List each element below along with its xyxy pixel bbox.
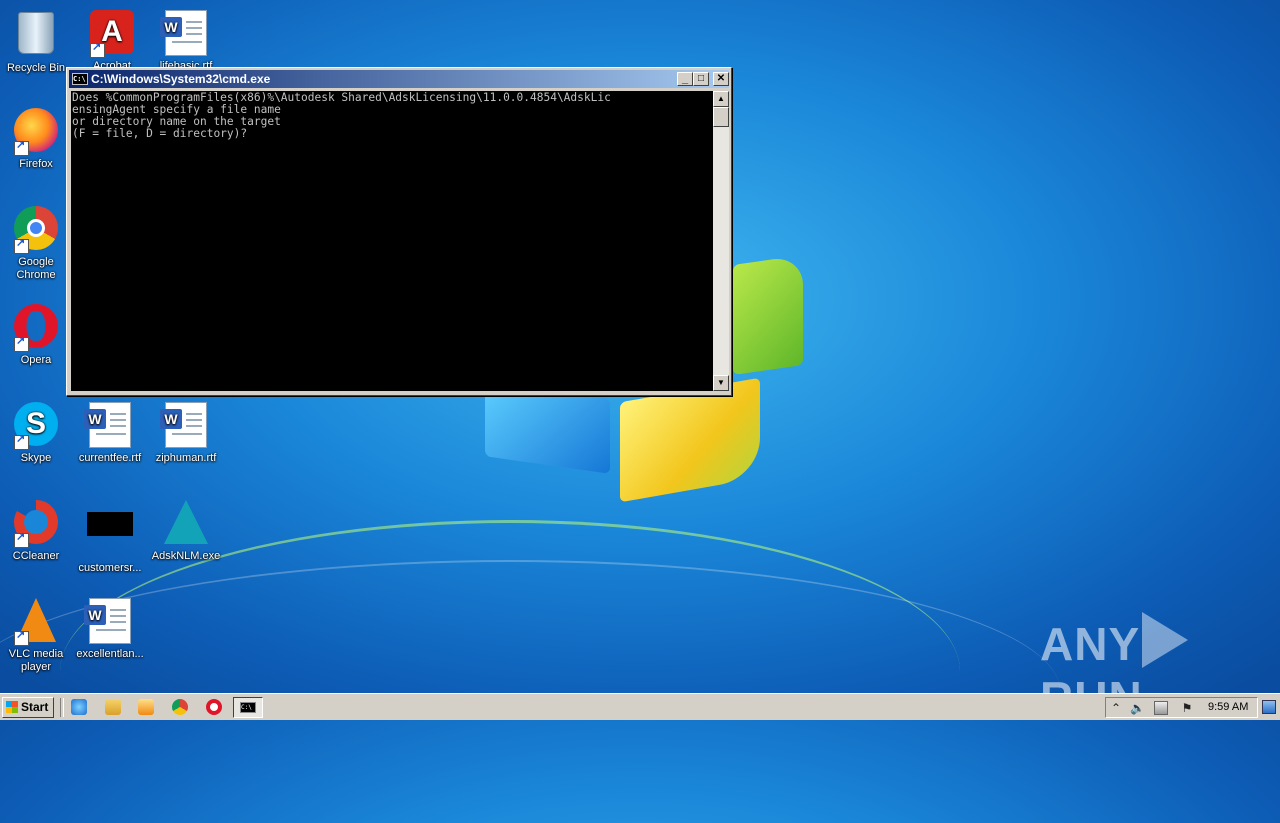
scroll-thumb[interactable] bbox=[713, 107, 729, 127]
desktop-icon-ccleaner[interactable]: CCleaner bbox=[0, 498, 74, 563]
media-player-icon[interactable] bbox=[138, 699, 154, 715]
recycle-bin-icon bbox=[18, 12, 54, 54]
cmd-app-icon: C:\ bbox=[72, 73, 88, 85]
desktop-icon-chrome[interactable]: Google Chrome bbox=[0, 204, 74, 282]
desktop-icon-acrobat[interactable]: A Acrobat bbox=[74, 8, 150, 73]
close-button[interactable]: ✕ bbox=[713, 72, 729, 86]
desktop-icon-recycle-bin[interactable]: Recycle Bin bbox=[0, 8, 74, 75]
desktop-icon-opera[interactable]: Opera bbox=[0, 302, 74, 367]
desktop-icon-firefox[interactable]: Firefox bbox=[0, 106, 74, 171]
desktop-icon-vlc[interactable]: VLC media player bbox=[0, 596, 74, 674]
console-output[interactable]: Does %CommonProgramFiles(x86)%\Autodesk … bbox=[71, 91, 713, 391]
opera-taskbar-icon[interactable] bbox=[206, 699, 222, 715]
shortcut-arrow-icon bbox=[14, 237, 29, 254]
wallpaper-swoosh bbox=[60, 520, 960, 823]
system-tray: ⌃ 🔈 ⚑ 9:59 AM bbox=[1105, 697, 1258, 718]
autodesk-icon bbox=[164, 500, 208, 544]
taskbar: Start C:\ ⌃ 🔈 ⚑ 9:59 AM bbox=[0, 693, 1280, 720]
play-icon bbox=[1142, 612, 1189, 668]
window-titlebar[interactable]: C:\ C:\Windows\System32\cmd.exe _ □ ✕ bbox=[69, 70, 729, 88]
start-button[interactable]: Start bbox=[2, 697, 54, 718]
internet-explorer-icon[interactable] bbox=[71, 699, 87, 715]
word-document-icon: W bbox=[160, 10, 207, 56]
black-thumbnail-icon bbox=[87, 512, 133, 536]
window-title: C:\Windows\System32\cmd.exe bbox=[91, 72, 271, 86]
chrome-taskbar-icon[interactable] bbox=[172, 699, 188, 715]
show-desktop-button[interactable] bbox=[1262, 700, 1276, 714]
desktop-icon-skype[interactable]: S Skype bbox=[0, 400, 74, 465]
shortcut-arrow-icon bbox=[14, 629, 29, 646]
desktop-icon-lifebasic[interactable]: W lifebasic.rtf bbox=[148, 8, 224, 73]
scroll-up-arrow-icon[interactable]: ▲ bbox=[713, 91, 729, 107]
minimize-button[interactable]: _ bbox=[677, 72, 693, 86]
shortcut-arrow-icon bbox=[14, 139, 29, 156]
taskbar-cmd-button[interactable]: C:\ bbox=[233, 697, 263, 718]
file-explorer-icon[interactable] bbox=[105, 699, 121, 715]
shortcut-arrow-icon bbox=[14, 433, 29, 450]
word-document-icon: W bbox=[160, 402, 207, 448]
maximize-button[interactable]: □ bbox=[693, 72, 709, 86]
vertical-scrollbar[interactable]: ▲ ▼ bbox=[713, 91, 729, 391]
shortcut-arrow-icon bbox=[90, 41, 105, 58]
cmd-window[interactable]: C:\ C:\Windows\System32\cmd.exe _ □ ✕ Do… bbox=[66, 67, 732, 396]
windows-logo-icon bbox=[6, 701, 18, 713]
shortcut-arrow-icon bbox=[14, 335, 29, 352]
shortcut-arrow-icon bbox=[14, 531, 29, 548]
cmd-taskbar-icon: C:\ bbox=[240, 702, 256, 713]
taskbar-separator bbox=[60, 698, 64, 717]
wallpaper-swoosh-light bbox=[0, 560, 1060, 822]
desktop-icon-adsknlm[interactable]: AdskNLM.exe bbox=[148, 498, 224, 563]
network-icon[interactable] bbox=[1154, 701, 1168, 715]
word-document-icon: W bbox=[84, 402, 131, 448]
desktop-icon-customersr[interactable]: customersr... bbox=[72, 498, 148, 575]
word-document-icon: W bbox=[84, 598, 131, 644]
volume-icon[interactable]: 🔈 bbox=[1130, 701, 1145, 715]
action-center-flag-icon[interactable]: ⚑ bbox=[1180, 701, 1194, 715]
show-hidden-icons-chevron-icon[interactable]: ⌃ bbox=[1109, 701, 1123, 715]
desktop-icon-currentfee[interactable]: W currentfee.rtf bbox=[72, 400, 148, 465]
taskbar-clock[interactable]: 9:59 AM bbox=[1208, 698, 1248, 717]
scroll-down-arrow-icon[interactable]: ▼ bbox=[713, 375, 729, 391]
desktop-icon-excellentlan[interactable]: W excellentlan... bbox=[72, 596, 148, 661]
desktop-icon-ziphuman[interactable]: W ziphuman.rtf bbox=[148, 400, 224, 465]
